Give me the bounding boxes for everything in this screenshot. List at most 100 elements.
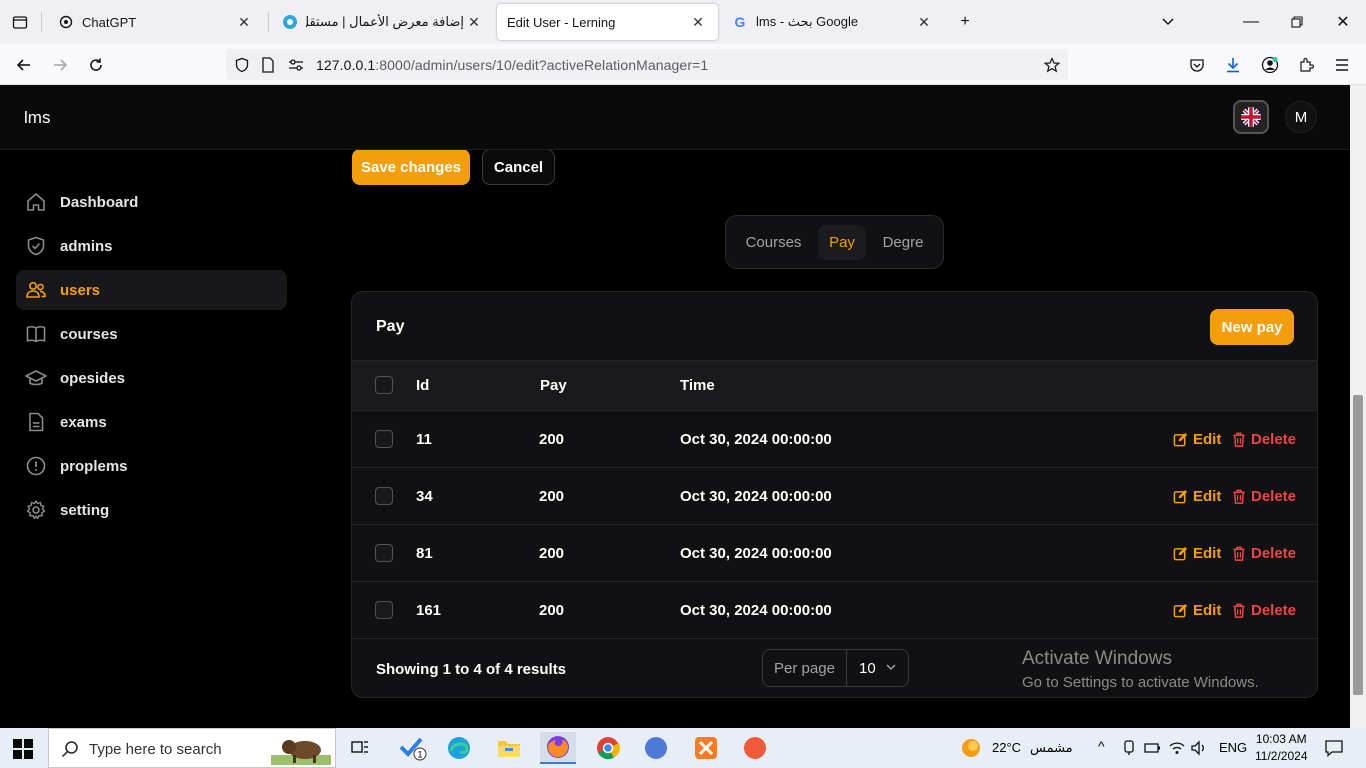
extensions-icon[interactable]: [1293, 52, 1319, 78]
pagination-summary: Showing 1 to 4 of 4 results: [376, 661, 567, 678]
close-tab-icon[interactable]: ✕: [234, 14, 254, 31]
trash-icon: [1233, 603, 1245, 618]
sidebar-item-opesides[interactable]: opesides: [16, 358, 287, 398]
google-icon: G: [734, 14, 746, 30]
taskbar-search[interactable]: Type here to search: [48, 728, 336, 768]
page-scrollbar[interactable]: [1350, 85, 1366, 728]
sidebar-item-proplems[interactable]: proplems: [16, 446, 287, 486]
delete-button[interactable]: Delete: [1232, 488, 1296, 505]
row-checkbox[interactable]: [375, 430, 393, 448]
activate-windows-watermark: Activate Windows Go to Settings to activ…: [1022, 648, 1259, 691]
tab-courses[interactable]: Courses: [735, 225, 812, 260]
tab-mostaql[interactable]: إضافة معرض الأعمال | مستقل ✕: [272, 4, 494, 40]
language-switcher[interactable]: [1233, 100, 1269, 134]
table-row[interactable]: 34 200 Oct 30, 2024 00:00:00 Edit Delete: [352, 468, 1317, 525]
row-checkbox[interactable]: [375, 544, 393, 562]
restore-icon[interactable]: [1283, 8, 1311, 36]
brand-logo[interactable]: lms: [24, 108, 50, 128]
row-checkbox[interactable]: [375, 487, 393, 505]
windows-start-icon[interactable]: [12, 738, 34, 760]
xampp-icon[interactable]: [688, 732, 724, 764]
sidebar-item-users[interactable]: users: [16, 270, 287, 310]
edge-icon[interactable]: [441, 732, 477, 764]
list-all-tabs-icon[interactable]: [1154, 8, 1182, 36]
page-icon[interactable]: [258, 55, 278, 75]
delete-button[interactable]: Delete: [1232, 545, 1296, 562]
column-header-time[interactable]: Time: [680, 377, 715, 394]
site-settings-icon[interactable]: [286, 55, 306, 75]
per-page-value[interactable]: 10: [859, 660, 876, 677]
tab-google[interactable]: G lms - بحث Google ✕: [722, 4, 944, 40]
table-row[interactable]: 11 200 Oct 30, 2024 00:00:00 Edit Delete: [352, 411, 1317, 468]
chrome-icon[interactable]: [590, 732, 626, 764]
tab-chatgpt[interactable]: ChatGPT ✕: [48, 4, 264, 40]
edit-button[interactable]: Edit: [1173, 602, 1221, 619]
delete-button[interactable]: Delete: [1232, 431, 1296, 448]
chevron-up-icon[interactable]: ^: [1098, 738, 1105, 754]
wifi-icon[interactable]: [1168, 740, 1186, 756]
select-all-checkbox[interactable]: [375, 376, 393, 394]
todo-app-icon[interactable]: 1: [395, 732, 431, 764]
save-changes-button[interactable]: Save changes: [352, 150, 470, 185]
weather-text[interactable]: مشمس: [1030, 740, 1073, 756]
bookmark-star-icon[interactable]: [1042, 55, 1062, 75]
shield-icon[interactable]: [232, 55, 252, 75]
per-page-select[interactable]: Per page 10: [762, 649, 909, 687]
volume-icon[interactable]: [1190, 740, 1208, 756]
chatgpt-icon: [58, 14, 74, 30]
column-header-pay[interactable]: Pay: [540, 377, 567, 394]
edit-button[interactable]: Edit: [1173, 431, 1221, 448]
tab-edit-user[interactable]: Edit User - Lerning ✕: [497, 4, 718, 40]
firefox-icon[interactable]: [540, 732, 576, 764]
cancel-button[interactable]: Cancel: [482, 150, 555, 185]
user-avatar[interactable]: M: [1285, 101, 1317, 133]
menu-icon[interactable]: [1329, 52, 1355, 78]
sidebar-item-label: admins: [60, 237, 113, 255]
pocket-icon[interactable]: [1184, 52, 1210, 78]
notifications-icon[interactable]: [1324, 739, 1344, 757]
reload-icon[interactable]: [83, 52, 109, 78]
sidebar-item-setting[interactable]: setting: [16, 490, 287, 530]
chevron-down-icon: [886, 664, 896, 671]
minimize-icon[interactable]: —: [1237, 8, 1265, 36]
close-tab-icon[interactable]: ✕: [914, 14, 934, 31]
account-icon[interactable]: [1257, 52, 1283, 78]
meet-now-icon[interactable]: [1122, 740, 1136, 756]
table-row[interactable]: 81 200 Oct 30, 2024 00:00:00 Edit Delete: [352, 525, 1317, 582]
chat-app-icon[interactable]: [638, 732, 674, 764]
sidebar-item-dashboard[interactable]: Dashboard: [16, 182, 287, 222]
battery-icon[interactable]: [1144, 741, 1162, 755]
tab-degre[interactable]: Degre: [872, 225, 934, 260]
sidebar-item-courses[interactable]: courses: [16, 314, 287, 354]
row-checkbox[interactable]: [375, 601, 393, 619]
forward-icon[interactable]: [47, 52, 73, 78]
edit-button[interactable]: Edit: [1173, 488, 1221, 505]
weather-temp[interactable]: 22°C: [992, 740, 1021, 755]
edit-button[interactable]: Edit: [1173, 545, 1221, 562]
delete-button[interactable]: Delete: [1232, 602, 1296, 619]
column-header-id[interactable]: Id: [416, 377, 429, 394]
clock[interactable]: 10:03 AM 11/2/2024: [1255, 731, 1308, 765]
url-bar[interactable]: 127.0.0.1:8000/admin/users/10/edit?activ…: [226, 49, 1068, 80]
back-icon[interactable]: [11, 52, 37, 78]
table-row[interactable]: 161 200 Oct 30, 2024 00:00:00 Edit Delet…: [352, 582, 1317, 639]
scrollbar-thumb[interactable]: [1353, 395, 1363, 695]
close-tab-icon[interactable]: ✕: [688, 14, 708, 31]
edit-icon: [1173, 546, 1188, 561]
task-view-icon[interactable]: [342, 732, 378, 764]
app-icon[interactable]: [737, 732, 773, 764]
sidebar-item-exams[interactable]: exams: [16, 402, 287, 442]
tab-list-icon[interactable]: [8, 10, 32, 34]
new-tab-icon[interactable]: +: [951, 8, 979, 36]
url-text[interactable]: 127.0.0.1:8000/admin/users/10/edit?activ…: [316, 57, 708, 73]
close-tab-icon[interactable]: ✕: [464, 14, 484, 31]
close-window-icon[interactable]: ✕: [1329, 8, 1357, 36]
tab-title: Edit User - Lerning: [507, 14, 616, 30]
file-explorer-icon[interactable]: [491, 732, 527, 764]
tab-title: ChatGPT: [82, 14, 137, 30]
input-language[interactable]: ENG: [1219, 740, 1247, 755]
new-pay-button[interactable]: New pay: [1210, 309, 1294, 345]
downloads-icon[interactable]: [1220, 52, 1246, 78]
sidebar-item-admins[interactable]: admins: [16, 226, 287, 266]
tab-pay[interactable]: Pay: [818, 225, 866, 260]
